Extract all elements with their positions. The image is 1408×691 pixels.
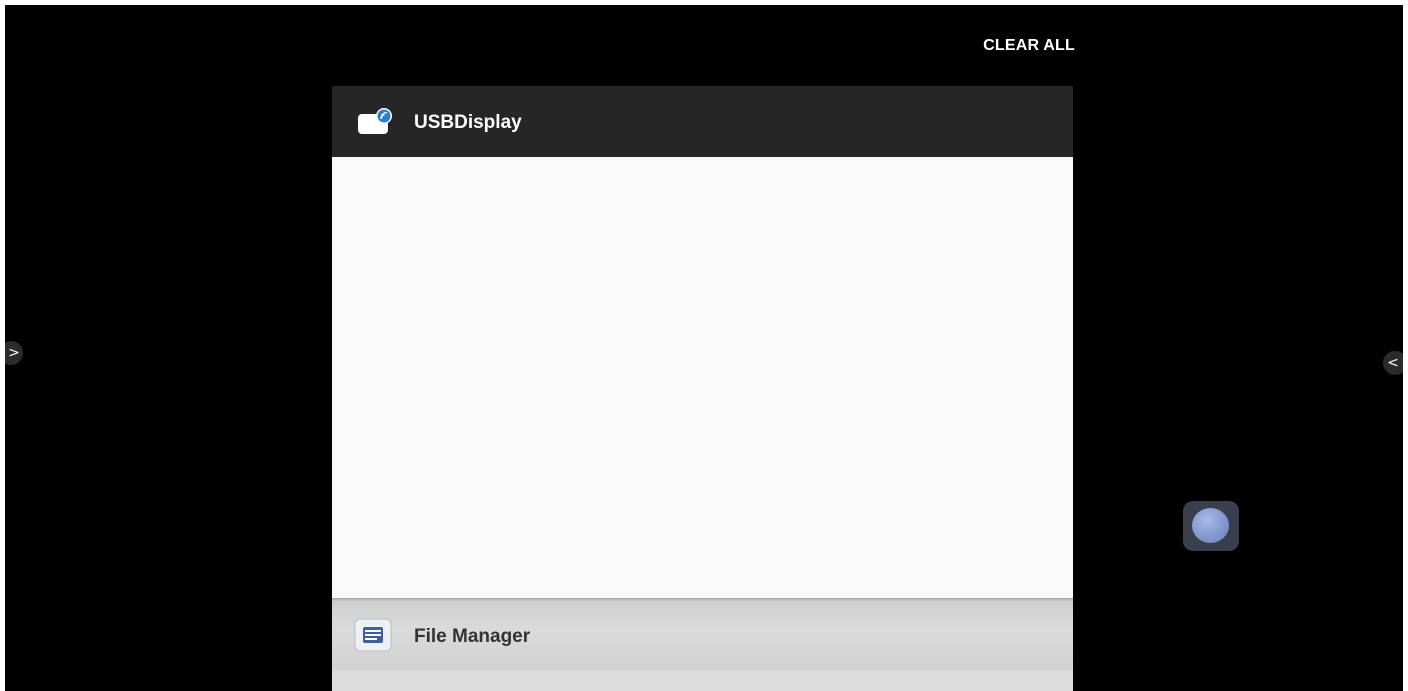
usb-display-icon <box>358 108 392 134</box>
recent-apps-screen: CLEAR ALL USBDisplay File Manager > < <box>5 5 1403 691</box>
chevron-right-icon: > <box>8 345 20 361</box>
recent-app-title: USBDisplay <box>414 112 522 133</box>
left-edge-handle[interactable]: > <box>5 341 23 365</box>
floating-assist-button[interactable] <box>1183 501 1239 551</box>
recent-app-preview[interactable] <box>332 670 1073 691</box>
clear-all-button[interactable]: CLEAR ALL <box>955 37 1075 55</box>
recent-app-title: File Manager <box>414 626 531 647</box>
file-manager-icon <box>354 618 392 652</box>
recent-app-card-file-manager[interactable]: File Manager <box>332 598 1073 691</box>
chevron-left-icon: < <box>1387 355 1399 371</box>
recent-app-preview[interactable] <box>332 157 1073 598</box>
recent-app-card-header[interactable]: File Manager <box>332 598 1073 670</box>
recent-app-card-header[interactable]: USBDisplay <box>332 86 1073 157</box>
right-edge-handle[interactable]: < <box>1383 351 1403 375</box>
recent-app-card-usbdisplay[interactable]: USBDisplay <box>332 86 1073 598</box>
floating-ball-icon <box>1192 508 1229 543</box>
